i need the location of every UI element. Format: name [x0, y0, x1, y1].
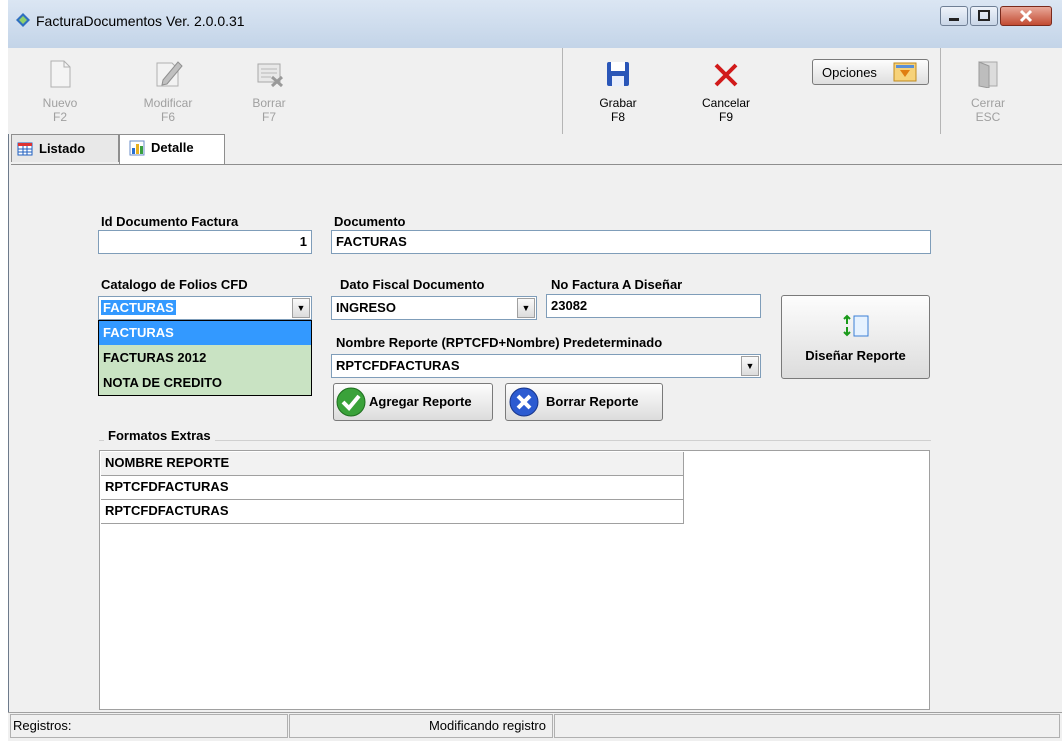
- minimize-button[interactable]: [940, 6, 968, 26]
- agregar-reporte-button[interactable]: Agregar Reporte: [333, 383, 493, 421]
- cancelar-button[interactable]: Cancelar F9: [686, 52, 766, 134]
- toolbar-separator: [562, 48, 563, 134]
- chevron-down-icon[interactable]: ▼: [517, 298, 535, 318]
- remove-x-icon: [509, 387, 539, 417]
- table-grid-icon: [17, 142, 33, 156]
- new-document-icon: [50, 60, 71, 88]
- nuevo-label: Nuevo: [42, 96, 78, 110]
- cancel-x-icon: [714, 63, 738, 87]
- dropdown-option[interactable]: FACTURAS 2012: [99, 346, 311, 370]
- delete-document-icon: [257, 63, 284, 88]
- modificar-key: F6: [160, 110, 175, 124]
- nombre-reporte-value: RPTCFDFACTURAS: [336, 358, 460, 373]
- catalogo-selected-value: FACTURAS: [101, 300, 176, 315]
- maximize-button[interactable]: [970, 6, 998, 26]
- borrar-reporte-label: Borrar Reporte: [546, 394, 639, 409]
- chart-detail-icon: [129, 140, 145, 156]
- grabar-key: F8: [610, 110, 625, 124]
- status-registros: Registros:: [10, 714, 288, 738]
- borrar-button[interactable]: Borrar F7: [229, 52, 309, 134]
- modificar-button[interactable]: Modificar F6: [128, 52, 208, 134]
- no-factura-field[interactable]: 23082: [546, 294, 761, 318]
- dropdown-option[interactable]: NOTA DE CREDITO: [99, 371, 311, 395]
- status-empty-pane: [554, 714, 1060, 738]
- check-icon: [336, 387, 366, 417]
- grid-header-nombre-reporte[interactable]: NOMBRE REPORTE: [101, 452, 684, 476]
- table-row[interactable]: RPTCFDFACTURAS: [101, 500, 684, 524]
- chevron-down-icon[interactable]: ▼: [292, 298, 310, 318]
- nombre-reporte-combo[interactable]: RPTCFDFACTURAS ▼: [331, 354, 761, 378]
- cancelar-key: F9: [718, 110, 733, 124]
- grabar-button[interactable]: Grabar F8: [578, 52, 658, 134]
- design-report-icon: [843, 314, 869, 337]
- close-icon: [1019, 9, 1033, 23]
- dropdown-arrow-icon: [893, 62, 917, 82]
- status-estado: Modificando registro: [289, 714, 553, 738]
- opciones-label: Opciones: [822, 65, 877, 80]
- edit-pencil-icon: [156, 61, 183, 87]
- catalogo-dropdown-list: FACTURAS FACTURAS 2012 NOTA DE CREDITO: [98, 320, 312, 396]
- formatos-groupbox: [99, 440, 931, 445]
- save-floppy-icon: [607, 62, 629, 86]
- borrar-key: F7: [261, 110, 276, 124]
- formatos-extras-label: Formatos Extras: [104, 428, 215, 443]
- tab-listado-label: Listado: [39, 141, 86, 156]
- documento-field[interactable]: FACTURAS: [331, 230, 931, 254]
- window-title: FacturaDocumentos Ver. 2.0.0.31: [36, 13, 245, 29]
- disenar-reporte-label: Diseñar Reporte: [805, 348, 906, 363]
- nombre-reporte-label: Nombre Reporte (RPTCFD+Nombre) Predeterm…: [336, 335, 663, 350]
- opciones-button[interactable]: Opciones: [812, 59, 929, 85]
- tab-detalle-label: Detalle: [151, 140, 194, 155]
- dropdown-option[interactable]: FACTURAS: [99, 321, 311, 345]
- id-documento-field[interactable]: 1: [98, 230, 312, 254]
- agregar-reporte-label: Agregar Reporte: [369, 394, 472, 409]
- cancelar-label: Cancelar: [701, 96, 751, 110]
- cerrar-label: Cerrar: [970, 96, 1005, 110]
- app-icon: [14, 11, 32, 29]
- toolbar-separator: [940, 48, 941, 134]
- dato-fiscal-combo[interactable]: INGRESO ▼: [331, 296, 537, 320]
- modificar-label: Modificar: [143, 96, 193, 110]
- id-documento-label: Id Documento Factura: [101, 214, 239, 229]
- disenar-reporte-button[interactable]: Diseñar Reporte: [781, 295, 930, 379]
- dato-fiscal-label: Dato Fiscal Documento: [340, 277, 485, 292]
- catalogo-folios-label: Catalogo de Folios CFD: [101, 277, 248, 292]
- table-row[interactable]: RPTCFDFACTURAS: [101, 476, 684, 500]
- tab-listado[interactable]: Listado: [11, 134, 119, 162]
- documento-label: Documento: [334, 214, 406, 229]
- nuevo-key: F2: [52, 110, 67, 124]
- tab-detalle[interactable]: Detalle: [119, 134, 225, 165]
- nuevo-button[interactable]: Nuevo F2: [20, 52, 100, 134]
- close-window-button[interactable]: [1000, 6, 1052, 26]
- grabar-label: Grabar: [599, 96, 637, 110]
- cerrar-key: ESC: [975, 110, 1001, 124]
- exit-door-icon: [978, 61, 998, 88]
- dato-fiscal-value: INGRESO: [336, 300, 396, 315]
- borrar-reporte-button[interactable]: Borrar Reporte: [505, 383, 663, 421]
- catalogo-folios-combo[interactable]: FACTURAS ▼: [98, 296, 312, 320]
- cerrar-button[interactable]: Cerrar ESC: [948, 52, 1028, 134]
- chevron-down-icon[interactable]: ▼: [741, 356, 759, 376]
- no-factura-label: No Factura A Diseñar: [551, 277, 683, 292]
- borrar-label: Borrar: [252, 96, 286, 110]
- formatos-grid[interactable]: NOMBRE REPORTE RPTCFDFACTURAS RPTCFDFACT…: [99, 450, 930, 710]
